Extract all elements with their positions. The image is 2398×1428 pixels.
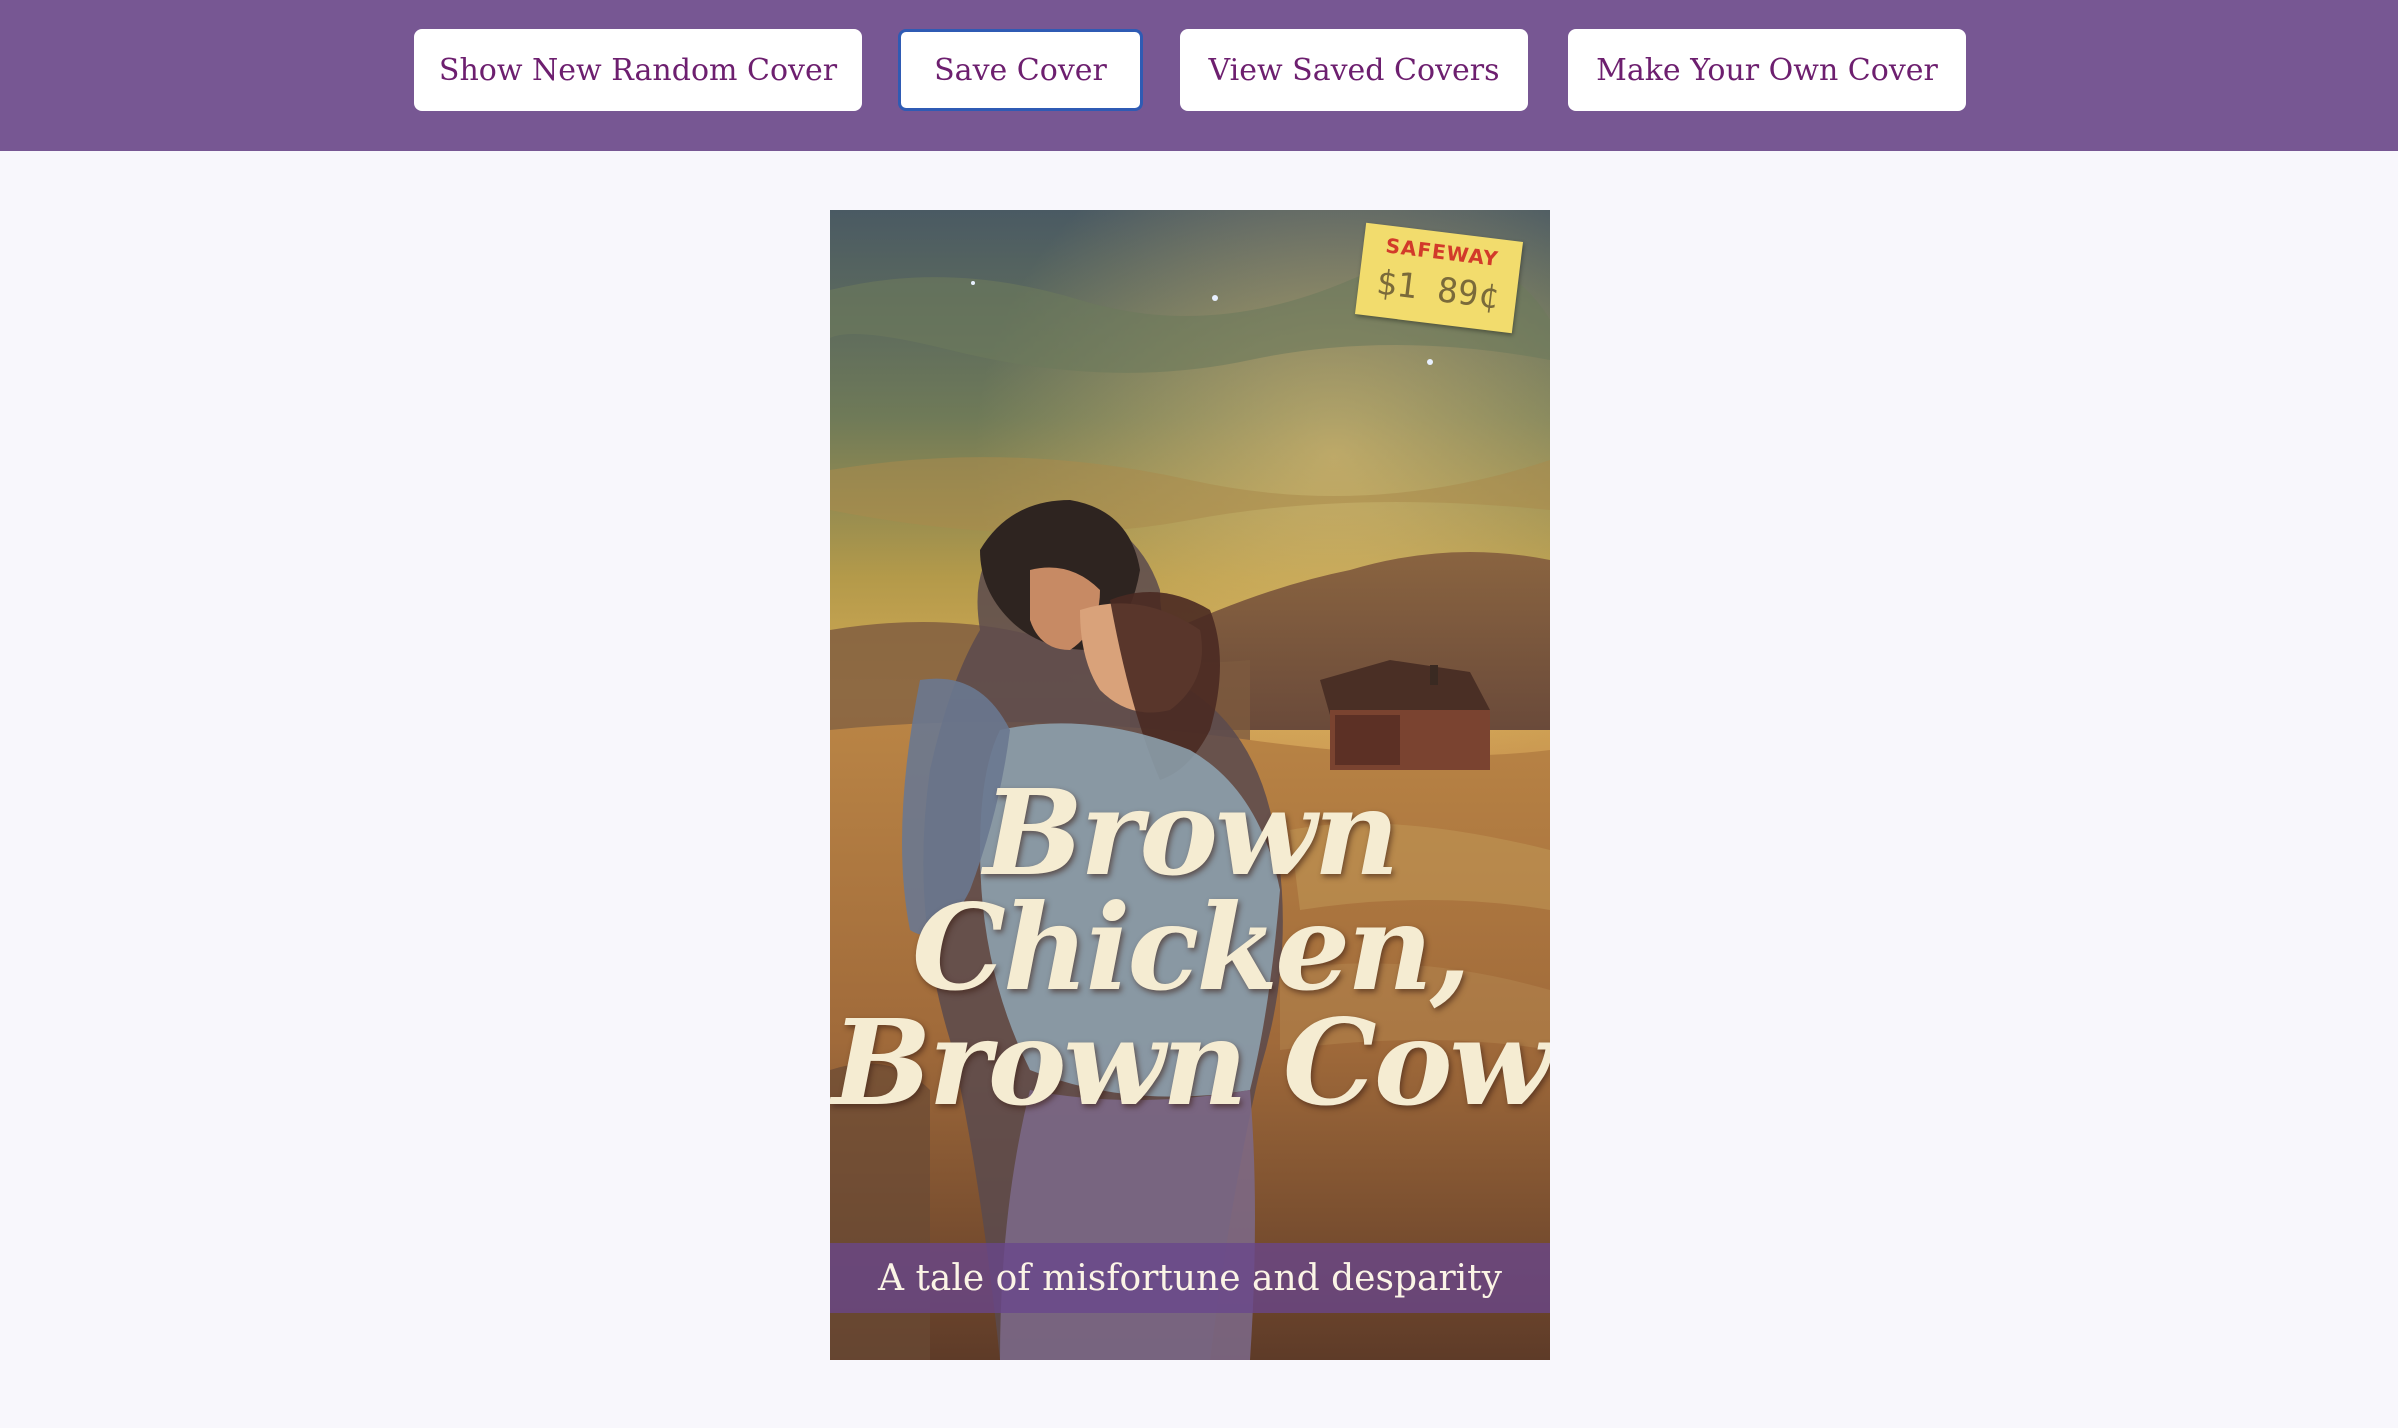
view-saved-covers-button[interactable]: View Saved Covers (1180, 29, 1528, 111)
cover-tagline: A tale of misfortune and desparity (878, 1257, 1502, 1299)
make-own-cover-button[interactable]: Make Your Own Cover (1568, 29, 1966, 111)
show-random-cover-button[interactable]: Show New Random Cover (414, 29, 862, 111)
top-navigation-bar: Show New Random Cover Save Cover View Sa… (0, 0, 2398, 151)
cover-title-line: Chicken, (911, 878, 1471, 1017)
book-cover: SAFEWAY $1 89¢ Brown Chicken, Brown Cow … (830, 210, 1550, 1360)
cover-title-line: Brown (983, 763, 1400, 902)
tagline-band: A tale of misfortune and desparity (830, 1243, 1550, 1313)
price-sticker: SAFEWAY $1 89¢ (1354, 222, 1524, 334)
cover-title: Brown Chicken, Brown Cow (830, 763, 1550, 1132)
cover-title-line: Brown Cow (831, 993, 1550, 1132)
save-cover-button[interactable]: Save Cover (898, 29, 1143, 111)
